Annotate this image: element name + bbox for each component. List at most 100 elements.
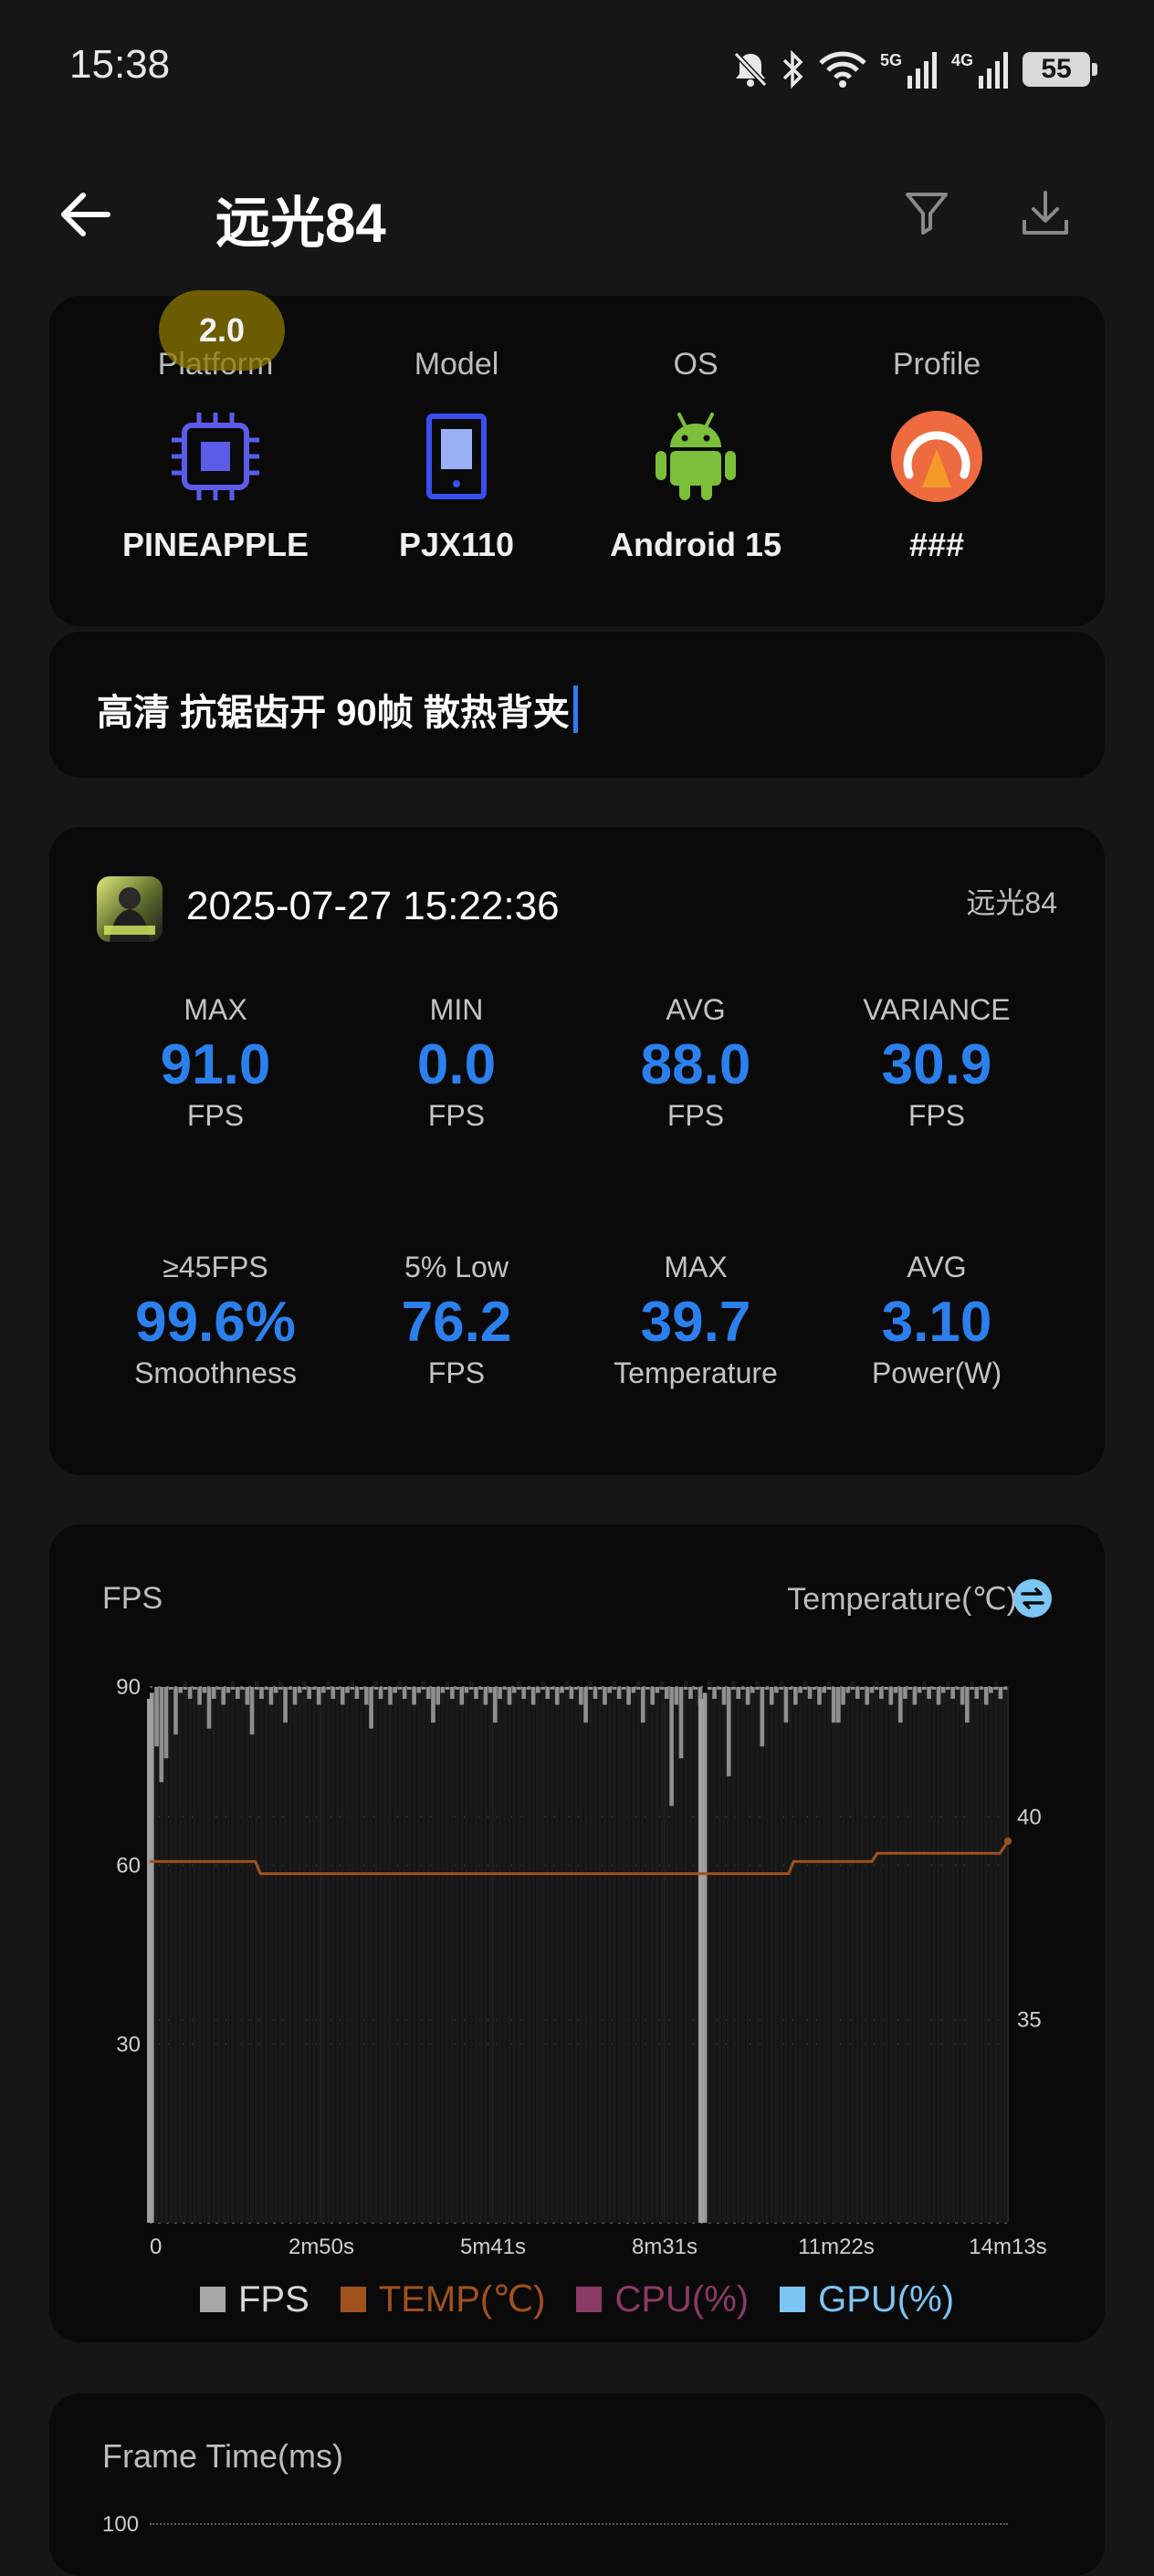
fps-bar-top (364, 1687, 369, 1705)
fps-bar (483, 1704, 488, 2223)
legend-gpu[interactable]: GPU(%) (780, 2278, 954, 2320)
fps-bar (983, 1704, 989, 2223)
fps-bar (230, 1681, 236, 2223)
fps-bar (187, 1699, 193, 2223)
x-tick-label: 8m31s (632, 2235, 698, 2259)
fps-bar (412, 1704, 416, 2223)
back-button[interactable] (53, 183, 117, 246)
fps-bar (521, 1699, 527, 2223)
stat-value: 39.7 (640, 1291, 751, 1354)
fps-bar-top (603, 1687, 607, 1705)
chart-right-title[interactable]: Temperature(℃) (787, 1581, 1017, 1618)
fps-bar-top (187, 1687, 193, 1700)
version-badge: 2.0 (159, 290, 285, 371)
fps-bar (393, 1692, 398, 2223)
fps-bar-top (416, 1687, 422, 1693)
note-input[interactable]: 高清 抗锯齿开 90帧 散热背夹 (97, 683, 578, 736)
fps-bar (946, 1681, 950, 2223)
fps-bar-top (335, 1687, 341, 1690)
fps-bar-top (979, 1687, 984, 1690)
fps-bar-top (307, 1687, 312, 1700)
fps-bar-top (397, 1687, 403, 1690)
fps-bar-top (206, 1687, 212, 1729)
status-time: 15:38 (69, 42, 171, 87)
swap-axis-icon[interactable] (1013, 1579, 1052, 1618)
fps-bar-top (402, 1687, 407, 1700)
fps-bar (345, 1692, 350, 2223)
stat-unit: FPS (907, 1099, 966, 1132)
fps-bar-top (907, 1687, 913, 1690)
fps-bar (221, 1704, 226, 2223)
fps-bar-top (874, 1687, 879, 1690)
fps-bar-top (278, 1687, 283, 1690)
fps-bar (622, 1687, 626, 2223)
fps-bar (278, 1681, 283, 2223)
legend-temp[interactable]: TEMP(℃) (340, 2278, 545, 2320)
fps-bar (960, 1704, 965, 2223)
fps-bar-top (779, 1687, 784, 1690)
fps-bar-top (326, 1687, 330, 1690)
fps-bar-top (812, 1687, 817, 1690)
stat-min-fps: MIN 0.0 FPS (338, 993, 575, 1133)
fps-bar-top (597, 1687, 603, 1690)
fps-bar-top (412, 1687, 416, 1705)
fps-bar (884, 1687, 888, 2223)
fps-bar-top (869, 1687, 875, 1693)
frame-time-tick: 100 (102, 2512, 140, 2537)
fps-bar (708, 1681, 712, 2223)
x-tick-label: 0 (150, 2235, 162, 2259)
fps-bar (650, 1704, 656, 2223)
fps-bar (807, 1699, 813, 2223)
fps-bar-top (550, 1687, 555, 1690)
x-tick-label: 11m22s (798, 2235, 875, 2259)
fps-bar (793, 1704, 798, 2223)
fps-bar (712, 1699, 717, 2223)
fps-bar (845, 1692, 851, 2223)
fps-bar (216, 1687, 221, 2223)
fps-bar-top (903, 1687, 907, 1700)
model-column: Model PJX110 (338, 347, 575, 564)
download-button[interactable] (1013, 181, 1077, 245)
fps-bar-top (321, 1687, 326, 1693)
fps-bar-top (712, 1687, 717, 1700)
filter-button[interactable] (895, 181, 959, 245)
fps-bar-top (517, 1687, 521, 1690)
chart-legend: FPS TEMP(℃) CPU(%) GPU(%) (0, 2278, 1154, 2320)
fps-bar-top (645, 1687, 650, 1690)
fps-bar-top (302, 1687, 307, 1690)
download-icon (1023, 191, 1068, 235)
fps-bar-top (193, 1687, 197, 1690)
fps-bar-top (421, 1687, 426, 1690)
y-left-tick-label: 30 (116, 2032, 141, 2057)
fps-bar (569, 1699, 574, 2223)
fps-bar (240, 1687, 245, 2223)
fps-bar-top (817, 1687, 822, 1705)
fps-bar-top (708, 1687, 712, 1690)
fps-bar (554, 1704, 560, 2223)
fps-bar-top (970, 1687, 974, 1690)
legend-fps[interactable]: FPS (199, 2278, 309, 2320)
fps-bar-top (211, 1687, 216, 1700)
fps-bar (597, 1687, 603, 2223)
fps-bar (254, 1681, 259, 2223)
fps-bar-top (483, 1687, 488, 1705)
fps-bar-top (216, 1687, 221, 1690)
fps-bar-top (665, 1687, 669, 1700)
fps-bar-top (202, 1687, 207, 1693)
fps-bar (616, 1699, 622, 2223)
fps-chart[interactable]: 0 2m50s 5m41s 8m31s 11m22s 14m13s 90 60 30 40 35 (49, 1643, 1105, 2273)
legend-cpu[interactable]: CPU(%) (576, 2278, 749, 2320)
legend-swatch-temp (340, 2287, 366, 2312)
chip-icon (97, 400, 334, 513)
fps-bar-top (268, 1687, 274, 1705)
fps-bar (841, 1704, 845, 2223)
fps-bar-top (955, 1687, 960, 1690)
fps-bar (311, 1687, 317, 2223)
fps-bar (573, 1687, 579, 2223)
fps-bar (855, 1699, 860, 2223)
stat-unit: Smoothness (134, 1356, 297, 1389)
stat-value: 3.10 (881, 1291, 992, 1354)
fps-bar (917, 1692, 922, 2223)
fps-bar-top (283, 1687, 288, 1723)
fps-bar-top (760, 1687, 765, 1747)
